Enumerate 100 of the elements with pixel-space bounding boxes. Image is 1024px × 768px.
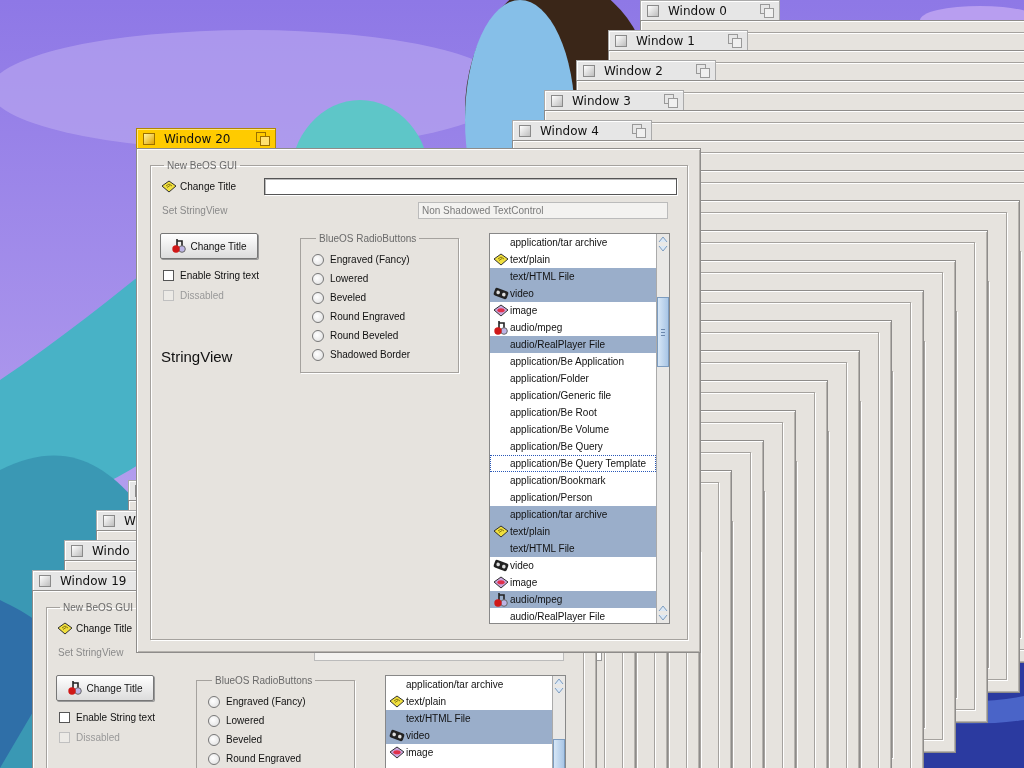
zoom-button[interactable] — [256, 131, 270, 146]
list-item[interactable]: audio/mpeg — [490, 319, 656, 336]
cherries-icon — [493, 591, 509, 608]
image-icon — [493, 304, 509, 317]
list-item[interactable]: application/Bookmark — [490, 472, 656, 489]
window-title: Window 19 — [60, 573, 127, 588]
string-view-text: StringView — [161, 348, 233, 365]
list-item[interactable]: image — [490, 302, 656, 319]
radio-label: Round Beveled — [330, 330, 399, 341]
title-tab[interactable]: Window 0 — [640, 0, 780, 20]
input-field[interactable] — [264, 177, 677, 195]
videotape-icon — [389, 729, 405, 742]
zoom-button[interactable] — [728, 33, 742, 48]
close-button[interactable] — [39, 574, 51, 587]
list-item[interactable]: application/Be Volume — [490, 421, 656, 438]
list-item[interactable]: video — [490, 285, 656, 302]
list-item[interactable]: audio/RealPlayer File — [490, 608, 656, 623]
radio-label: Round Engraved — [330, 311, 406, 322]
list-item[interactable]: application/Be Application — [490, 353, 656, 370]
change-title-button[interactable]: Change Title — [160, 233, 258, 259]
list-item[interactable]: application/tar archive — [490, 506, 656, 523]
title-tab[interactable]: W — [96, 510, 136, 530]
zoom-button[interactable] — [696, 63, 710, 78]
close-button[interactable] — [519, 124, 531, 137]
close-button[interactable] — [551, 94, 563, 107]
title-tab[interactable]: Window 1 — [608, 30, 748, 50]
videotape-icon — [493, 287, 509, 300]
image-icon — [493, 576, 509, 589]
list-item[interactable]: text/plain — [490, 523, 656, 540]
list-item[interactable]: video — [386, 727, 552, 744]
close-button[interactable] — [615, 34, 627, 47]
radio-button[interactable] — [312, 291, 324, 304]
list-item[interactable]: application/Generic file — [490, 387, 656, 404]
list-item[interactable]: text/HTML File — [490, 268, 656, 285]
close-button[interactable] — [143, 132, 155, 145]
zoom-button[interactable] — [760, 3, 774, 18]
zoom-button[interactable] — [632, 123, 646, 138]
list-item[interactable]: application/Folder — [490, 370, 656, 387]
radio-button[interactable] — [208, 714, 220, 727]
window-title: Window 1 — [636, 33, 695, 48]
scroll-arrows-icon[interactable] — [553, 676, 565, 696]
checkbox-label: Dissabled — [76, 731, 120, 743]
list-item[interactable]: application/Be Root — [490, 404, 656, 421]
list-item[interactable]: text/HTML File — [386, 710, 552, 727]
title-tab[interactable]: Window 3 — [544, 90, 684, 110]
list-item[interactable]: application/tar archive — [490, 234, 656, 251]
list-item[interactable]: image — [490, 574, 656, 591]
list-item[interactable]: audio/RealPlayer File — [490, 336, 656, 353]
change-title-button[interactable]: Change Title — [56, 675, 154, 701]
radio-button[interactable] — [208, 752, 220, 765]
list-item[interactable]: text/plain — [386, 693, 552, 710]
checkbox-label: Enable String text — [180, 269, 259, 281]
list-item[interactable]: application/tar archive — [386, 676, 552, 693]
cherries-icon — [493, 319, 509, 336]
window-title: Window 20 — [164, 131, 231, 146]
radio-button[interactable] — [312, 310, 324, 323]
radio-label: Shadowed Border — [330, 349, 411, 360]
radio-button[interactable] — [312, 329, 324, 342]
group-label: BlueOS RadioButtons — [318, 233, 418, 244]
radio-label: Engraved (Fancy) — [330, 254, 410, 265]
notepad-icon — [161, 179, 177, 193]
list-item[interactable]: text/plain — [490, 251, 656, 268]
title-tab[interactable]: Window 19 — [32, 570, 136, 590]
group-label: New BeOS GUI — [62, 602, 135, 613]
radio-button[interactable] — [312, 253, 324, 266]
close-button[interactable] — [583, 64, 595, 77]
radio-button[interactable] — [208, 695, 220, 708]
radio-label: Engraved (Fancy) — [226, 696, 306, 707]
scroll-thumb[interactable] — [657, 297, 669, 367]
notepad-icon — [57, 621, 73, 635]
scroll-arrows-icon[interactable] — [657, 603, 669, 623]
checkbox[interactable] — [59, 711, 70, 723]
radio-label: Round Engraved — [226, 753, 302, 764]
list-item[interactable]: application/Be Query — [490, 438, 656, 455]
close-button[interactable] — [71, 544, 83, 557]
window-title: Window 3 — [572, 93, 631, 108]
zoom-button[interactable] — [664, 93, 678, 108]
radio-button[interactable] — [312, 348, 324, 361]
list-item[interactable]: application/Person — [490, 489, 656, 506]
field-label: Change Title — [76, 622, 133, 634]
close-button[interactable] — [647, 4, 659, 17]
title-tab[interactable]: Window 20 — [136, 128, 276, 148]
radio-button[interactable] — [208, 733, 220, 746]
checkbox[interactable] — [163, 269, 174, 281]
checkbox-label: Dissabled — [180, 289, 224, 301]
list-item[interactable]: audio/mpeg — [490, 591, 656, 608]
window-title: W — [124, 513, 136, 528]
radio-label: Lowered — [226, 715, 265, 726]
radio-button[interactable] — [312, 272, 324, 285]
close-button[interactable] — [103, 514, 115, 527]
title-tab[interactable]: Window 4 — [512, 120, 652, 140]
scroll-arrows-icon[interactable] — [657, 234, 669, 254]
list-item[interactable]: video — [490, 557, 656, 574]
title-tab[interactable]: Window 2 — [576, 60, 716, 80]
list-item[interactable]: text/HTML File — [490, 540, 656, 557]
title-tab[interactable]: Windo — [64, 540, 136, 560]
list-item[interactable]: image — [386, 744, 552, 761]
list-item[interactable]: application/Be Query Template — [490, 455, 656, 472]
radio-label: Beveled — [226, 734, 263, 745]
checkbox-label: Enable String text — [76, 711, 155, 723]
